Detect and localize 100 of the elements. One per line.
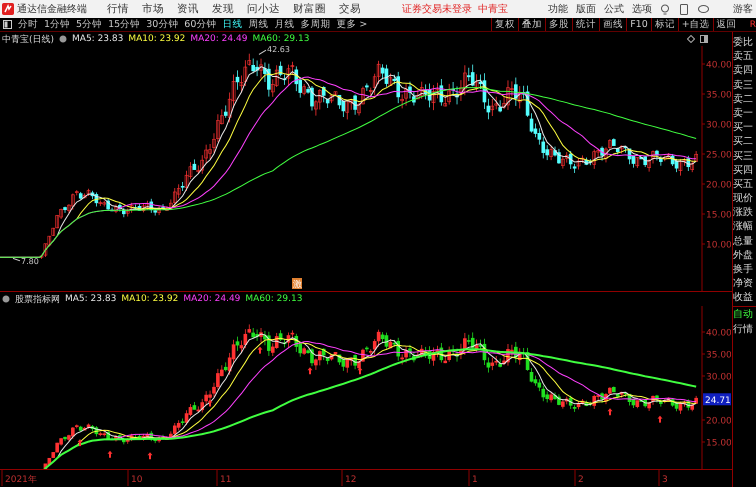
lightbulb-icon[interactable] [660,4,670,14]
side-button[interactable]: 行情 [733,322,756,337]
period-tab[interactable]: 周线 [248,18,268,31]
alert-badge: 激 [292,278,302,290]
menu-item[interactable]: 资讯 [177,2,199,16]
current-price-label: 24.71 [703,393,731,406]
toolbar-button[interactable]: 返回 [712,18,740,31]
quote-field-label: 买二 [733,135,754,150]
arrow-icon [658,416,662,423]
quote-field-label: 收益 [733,291,754,306]
quote-field-label: 换手 [733,263,754,277]
price-label: 15.00 [706,210,731,220]
quote-field-label: 买三 [733,150,754,164]
arrow-icon [308,367,312,374]
stock-link[interactable]: 中青宝 [478,2,508,16]
date-label: 2 [578,475,584,485]
ma-legend: MA5: 23.83 [65,294,116,304]
menu-item[interactable]: 交易 [339,2,361,16]
price-label: 30.00 [706,120,731,130]
quote-field-label: 涨幅 [733,220,754,234]
quote-field-label: 净资 [733,277,754,292]
price-label: 30.00 [706,372,731,382]
arrow-icon [108,450,112,458]
date-label: 3 [662,475,668,485]
menu-item[interactable]: 发现 [212,2,234,16]
ma-legend: MA20: 24.49 [190,34,248,44]
ma-legend: MA20: 24.49 [183,294,240,304]
chart-title: 股票指标网 [15,294,60,306]
date-label: 1 [472,475,478,485]
quote-field-label: 卖二 [733,92,754,107]
toolbar-button[interactable]: 标记 [650,18,678,31]
ma-legend: MA60: 29.13 [245,294,302,304]
toolbar-button[interactable]: 多股 [545,18,572,31]
period-tab[interactable]: 月线 [274,18,294,31]
arrow-icon [258,346,262,354]
date-label: 10 [131,475,142,485]
quote-field-label: 卖四 [733,64,754,78]
period-tab[interactable]: 30分钟 [146,18,178,31]
quote-field-label: 卖五 [733,50,754,64]
ma-legend: MA60: 29.13 [252,34,310,44]
quote-field-label: 卖一 [733,106,754,121]
toolbar-button[interactable]: 统计 [572,18,600,31]
panel-toggle-icon[interactable] [700,35,708,43]
period-tab[interactable]: 日线 [222,18,242,31]
price-label: 20.00 [706,416,731,426]
arrow-icon [208,399,212,406]
period-tab[interactable]: 60分钟 [184,18,216,31]
logo-icon [2,3,14,15]
date-label: 11 [220,475,232,485]
price-label: 10.00 [706,240,731,250]
arrow-icon [608,408,612,416]
menu-item[interactable]: 版面 [576,2,596,16]
price-label: 15.00 [706,438,731,448]
diamond-icon[interactable] [687,35,695,43]
period-tab[interactable]: 分时 [18,18,38,31]
side-button[interactable]: 自动 [733,306,756,322]
quote-field-label: 涨跌 [733,206,754,220]
price-label: 35.00 [706,90,731,100]
arrow-icon [78,439,82,446]
period-tab[interactable]: 多周期 [300,18,330,31]
toolbar-button[interactable]: 复权 [491,18,518,31]
quote-field-label: 买一 [733,121,754,136]
menu-item[interactable]: 功能 [548,2,568,16]
toolbar-button[interactable]: F10 [626,18,651,31]
ma-legend: MA5: 23.83 [72,34,124,44]
menu-item[interactable]: 财富圈 [293,2,326,16]
menu-item[interactable]: 问小达 [247,2,280,16]
date-label: 2021年 [5,475,37,485]
price-label: 40.00 [706,60,731,70]
toolbar-button[interactable]: 画线 [599,18,626,31]
corner-label: R [750,20,756,30]
period-tab[interactable]: 15分钟 [108,18,140,31]
quote-field-label: 委比 [733,36,754,50]
price-label: 35.00 [706,350,731,360]
period-tab[interactable]: 1分钟 [44,18,70,31]
menu-item[interactable]: 选项 [632,2,652,16]
quote-field-label: 买四 [733,164,754,178]
login-status[interactable]: 证券交易未登录 [402,2,472,16]
period-tab[interactable]: 5分钟 [76,18,102,31]
menu-item[interactable]: 市场 [142,2,164,16]
quote-field-label: 卖三 [733,78,754,93]
ma-legend: MA10: 23.92 [128,34,186,44]
toolbar-button[interactable]: 叠加 [518,18,546,31]
panel-toggle-icon[interactable] [3,20,12,29]
menu-item[interactable]: 公式 [604,2,624,16]
quote-field-label: 现价 [733,192,754,206]
app-title: 通达信金融终端 [17,2,87,16]
toolbar-button[interactable]: +自选 [678,18,713,31]
price-label: 25.00 [706,150,731,160]
arrow-icon [358,367,362,374]
quote-field-label: 外盘 [733,248,754,263]
date-label: 12 [345,475,356,485]
price-label: 40.00 [706,328,731,338]
price-label: 20.00 [706,180,731,190]
quote-field-label: 总量 [733,234,754,249]
phone-icon[interactable] [680,4,688,14]
arrow-icon [148,452,152,460]
period-tab[interactable]: 更多 > [336,18,368,31]
user-label[interactable]: 游客 [733,2,753,16]
menu-item[interactable]: 行情 [107,2,129,16]
